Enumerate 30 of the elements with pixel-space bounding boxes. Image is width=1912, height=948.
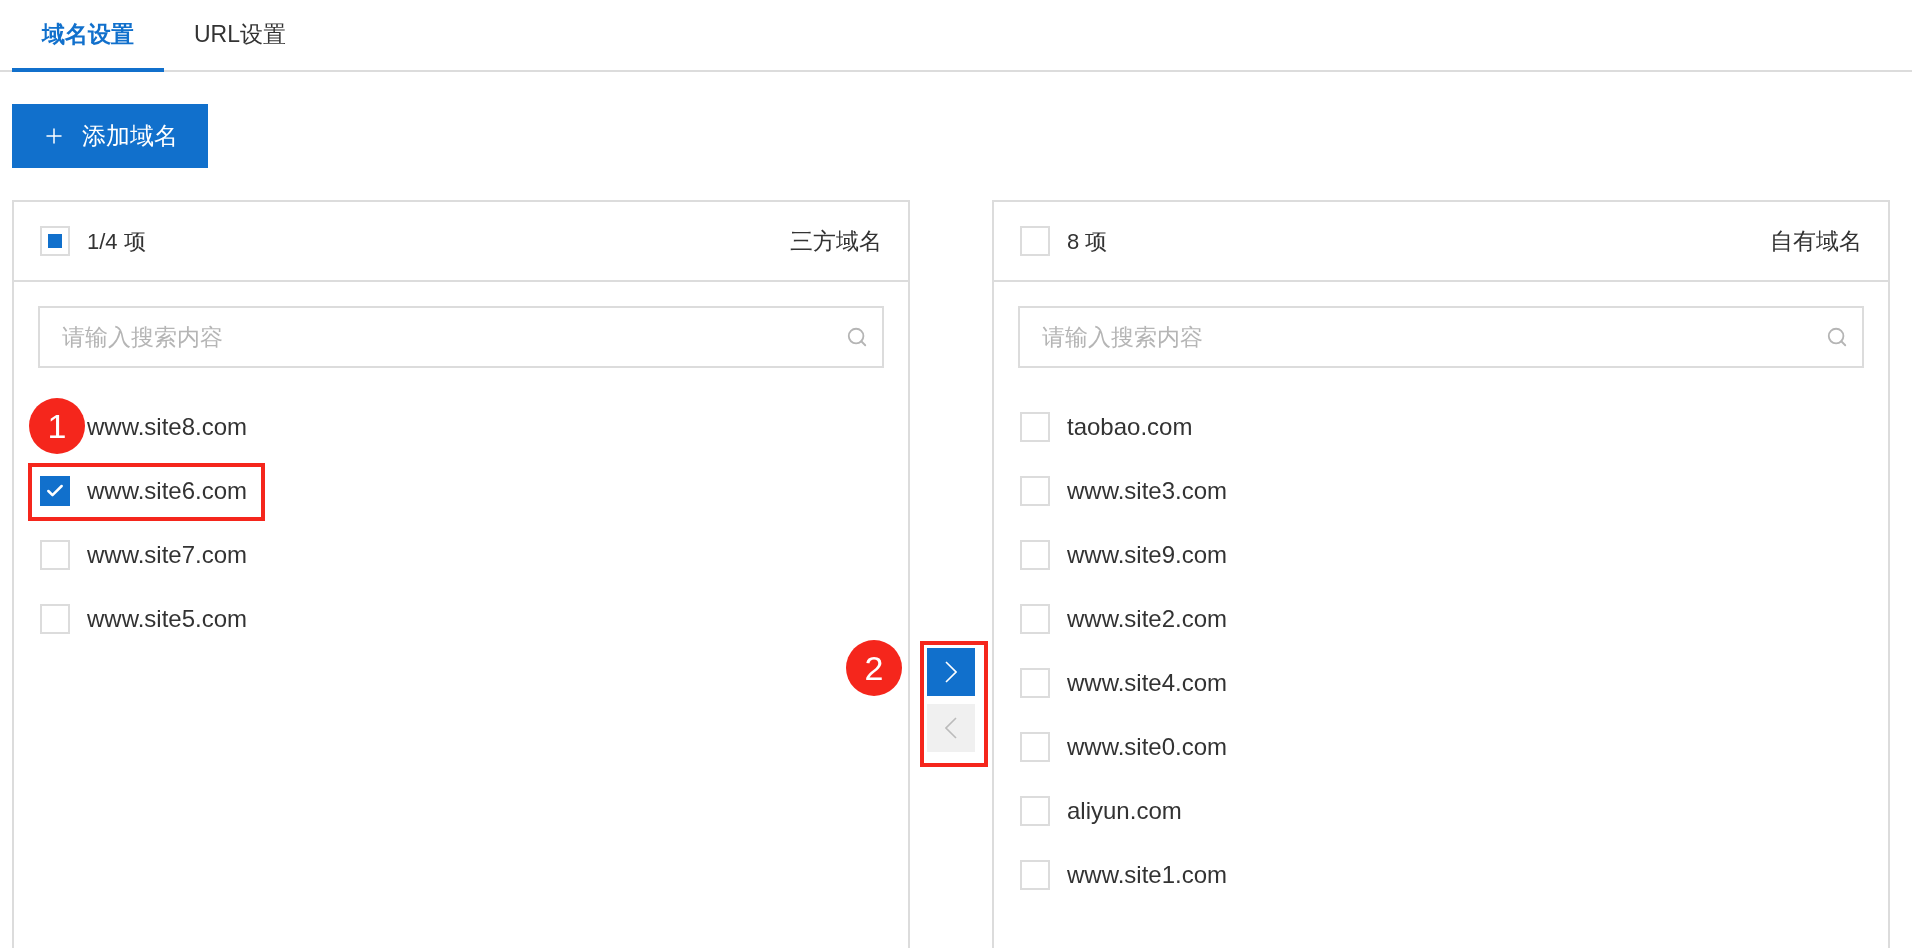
annotation-marker: 1 [29,398,85,454]
item-count: 1/4 项 [87,227,146,256]
tab[interactable]: 域名设置 [12,0,164,72]
partial-mark-icon [48,234,62,248]
item-count: 8 项 [1067,227,1108,256]
tab[interactable]: URL设置 [164,0,316,72]
panel-title: 三方域名 [790,226,882,256]
chevron-left-icon [945,717,957,739]
search-icon [1826,326,1848,348]
domain-label: taobao.com [1067,412,1193,442]
domain-label: www.site3.com [1067,476,1228,506]
chevron-right-icon [945,661,957,683]
search-icon [846,326,868,348]
domain-label: www.site1.com [1067,860,1228,890]
domain-label: www.site9.com [1067,540,1228,570]
domain-label: aliyun.com [1067,796,1182,826]
transfer-button[interactable] [927,648,975,696]
domain-label: www.site0.com [1067,732,1228,762]
search-field[interactable]: 请输入搜索内容 [38,306,884,368]
domain-label: www.site5.com [87,604,248,634]
domain-label: www.site7.com [87,540,248,570]
domain-label: www.site6.com [87,476,248,506]
domain-label: www.site4.com [1067,668,1228,698]
search-field[interactable]: 请输入搜索内容 [1018,306,1864,368]
domain-label: www.site2.com [1067,604,1228,634]
annotation-marker: 2 [846,640,902,696]
add-domain-button[interactable]: 添加域名 [12,104,208,168]
checkbox[interactable] [40,476,70,506]
domain-label: www.site8.com [87,412,248,442]
panel-title: 自有域名 [1770,226,1862,256]
